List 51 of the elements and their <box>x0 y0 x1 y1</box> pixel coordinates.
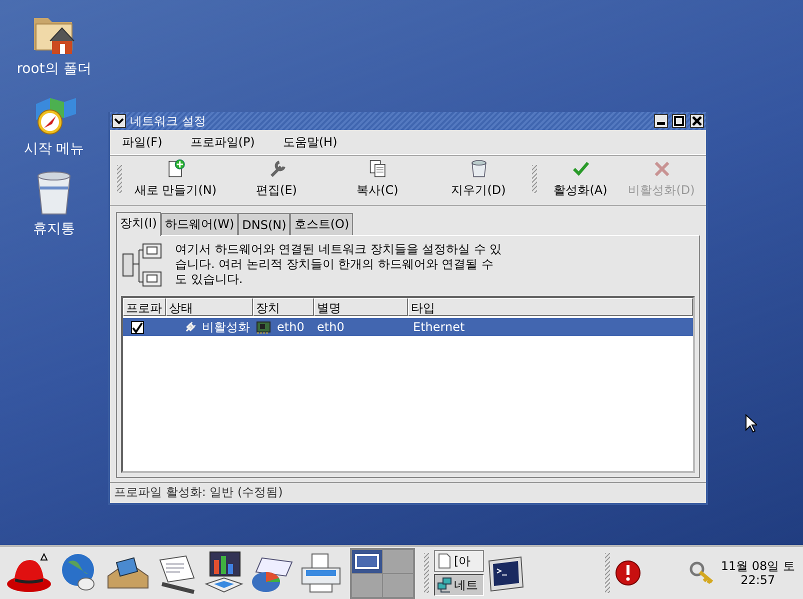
minimize-icon[interactable] <box>654 114 668 128</box>
tab[interactable]: DNS(N) <box>238 213 290 235</box>
workspace-switcher[interactable] <box>350 548 415 598</box>
computers-icon <box>437 577 452 593</box>
menu-item[interactable]: 도움말(H) <box>282 134 338 150</box>
column-header[interactable]: 별명 <box>314 298 408 316</box>
table-cell-text: Ethernet <box>412 320 466 334</box>
column-header[interactable]: 프로파 <box>123 298 166 316</box>
maximize-icon[interactable] <box>672 114 686 128</box>
task-button[interactable]: 네트 <box>434 574 484 596</box>
clock-date: 11월 08일 토 <box>720 559 795 573</box>
column-header[interactable]: 상태 <box>166 298 253 316</box>
workspace[interactable] <box>352 550 382 572</box>
menu-item[interactable]: 파일(F) <box>122 134 162 150</box>
menu-item[interactable]: 프로파일(P) <box>190 134 255 150</box>
clock-time: 22:57 <box>740 573 776 587</box>
alert-icon[interactable] <box>614 560 641 586</box>
icon-label[interactable]: 시작 메뉴 <box>24 140 84 158</box>
description-text: 여기서 하드웨어와 연결된 네트워크 장치들을 설정하실 수 있습니다. 여러 논리적 장치들이 한개의 하드웨어와 연결될 수도 있습니다. <box>175 242 503 287</box>
chevron-down-icon[interactable] <box>112 114 126 128</box>
toolbar-grip[interactable] <box>532 165 537 193</box>
toolbar-button[interactable]: 지우기(D) <box>428 157 529 201</box>
check-mark-icon <box>132 322 143 332</box>
status-bar: 프로파일 활성화: 일반 (수정됨) <box>110 482 706 501</box>
page-icon <box>437 553 452 569</box>
panel-grip[interactable] <box>424 553 429 593</box>
tab[interactable]: 장치(I) <box>116 212 161 236</box>
window-title: 네트워크 설정 <box>130 112 207 130</box>
mouse-pointer-icon <box>745 414 757 433</box>
toolbar-button[interactable]: 활성화(A) <box>540 157 621 201</box>
close-icon[interactable] <box>690 114 704 128</box>
column-header[interactable]: 타입 <box>408 298 693 316</box>
toolbar-button[interactable]: 복사(C) <box>327 157 428 201</box>
table-cell-text: eth0 <box>316 320 346 334</box>
icon-label[interactable]: root의 폴더 <box>16 60 92 78</box>
tab[interactable]: 호스트(O) <box>290 213 354 235</box>
column-header[interactable]: 장치 <box>253 298 314 316</box>
toolbar-grip[interactable] <box>117 165 122 193</box>
task-button[interactable]: [아 <box>434 550 484 572</box>
key-icon[interactable] <box>688 560 715 586</box>
table-cell: eth0 <box>277 320 304 334</box>
checkbox[interactable] <box>131 320 144 334</box>
table-cell: 비활성화 <box>202 318 250 336</box>
toolbar-button[interactable]: 편집(E) <box>226 157 327 201</box>
network-card-icon <box>256 320 272 334</box>
panel-grip[interactable] <box>604 553 610 593</box>
clock[interactable]: 11월 08일 토 22:57 <box>720 559 795 587</box>
table-row[interactable]: 비활성화 eth0 eth0 Ethernet <box>123 318 693 336</box>
icon-label[interactable]: 휴지통 <box>33 220 75 238</box>
tab[interactable]: 하드웨어(W) <box>160 213 238 235</box>
toolbar-button[interactable]: 새로 만들기(N) <box>125 157 226 201</box>
